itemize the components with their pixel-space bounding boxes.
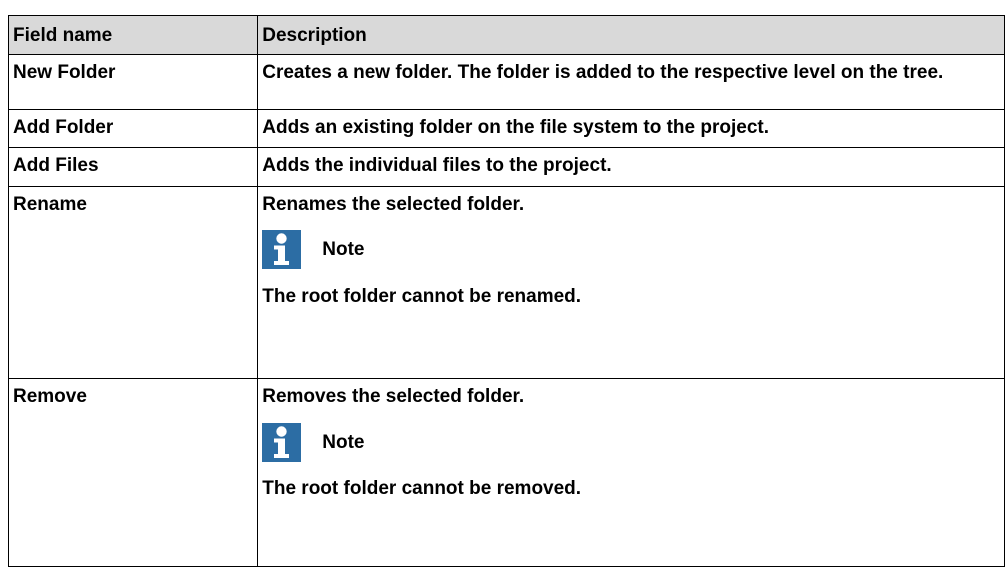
description-cell: Renames the selected folder. Note The ro… xyxy=(257,185,1005,380)
table-row: Add Files Adds the individual files to t… xyxy=(7,147,1005,187)
info-icon-graphic xyxy=(262,422,302,462)
header-field-name: Field name xyxy=(7,14,259,56)
table-row: New Folder Creates a new folder. The fol… xyxy=(7,54,1005,110)
note-block: Note xyxy=(262,421,1000,463)
note-text: The root folder cannot be removed. xyxy=(262,478,582,500)
description-cell: Creates a new folder. The folder is adde… xyxy=(257,54,1005,110)
field-name-cell: Add Folder xyxy=(7,108,259,149)
info-icon xyxy=(262,230,302,270)
table-row: Add Folder Adds an existing folder on th… xyxy=(7,108,1005,149)
table-header-row: Field name Description xyxy=(7,14,1005,56)
info-icon-graphic xyxy=(262,230,302,270)
field-description-table: Field name Description New Folder Create… xyxy=(7,14,1005,567)
field-name-cell: Remove xyxy=(7,378,259,567)
description-cell: Adds an existing folder on the file syst… xyxy=(257,108,1005,149)
description-text: Removes the selected folder. xyxy=(262,386,525,408)
table-row: Rename Renames the selected folder. Note… xyxy=(7,185,1005,380)
description-text: Renames the selected folder. xyxy=(262,193,525,215)
table-row: Remove Removes the selected folder. Note… xyxy=(7,378,1005,567)
field-name-cell: New Folder xyxy=(7,54,259,110)
note-label: Note xyxy=(322,239,365,261)
note-text: The root folder cannot be renamed. xyxy=(262,285,582,307)
note-block: Note xyxy=(262,229,1000,271)
header-description: Description xyxy=(257,14,1005,56)
note-label: Note xyxy=(322,431,365,453)
description-cell: Removes the selected folder. Note The ro… xyxy=(257,378,1005,567)
info-icon xyxy=(262,422,302,462)
field-name-cell: Add Files xyxy=(7,147,259,187)
field-name-cell: Rename xyxy=(7,185,259,380)
description-cell: Adds the individual files to the project… xyxy=(257,147,1005,187)
